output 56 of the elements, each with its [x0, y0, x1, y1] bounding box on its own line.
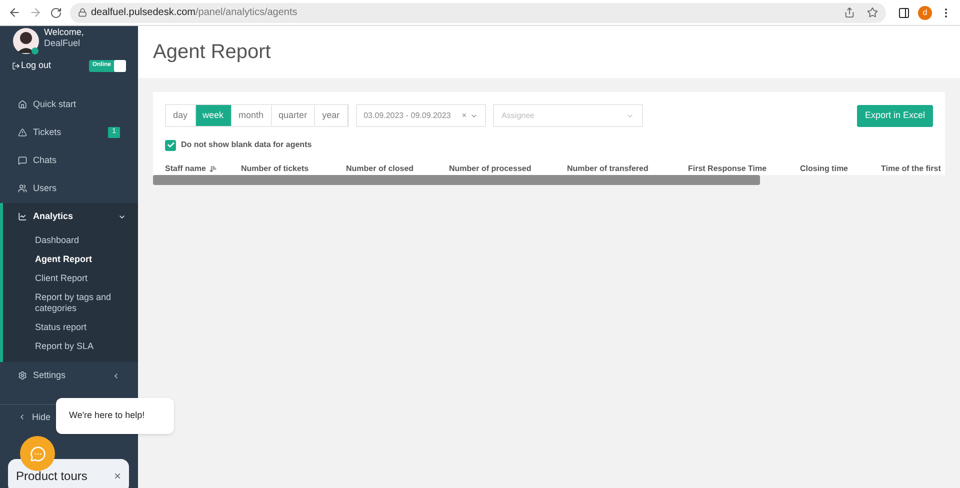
nav-subitem[interactable]: Report by SLA: [3, 336, 138, 356]
chart-icon: [18, 212, 27, 221]
home-icon: [18, 100, 27, 109]
address-bar[interactable]: dealfuel.pulsedesk.com/panel/analytics/agents: [70, 2, 886, 22]
logout-icon: [12, 62, 20, 70]
column-header[interactable]: Closing time: [800, 163, 881, 175]
checkbox[interactable]: [165, 140, 176, 150]
help-tooltip: We're here to help!: [56, 398, 174, 434]
date-range-field[interactable]: 03.09.2023 - 09.09.2023 ×: [356, 104, 486, 127]
back-icon[interactable]: [8, 6, 21, 19]
welcome-text: Welcome,: [44, 27, 84, 38]
settings-icon: [18, 371, 27, 380]
lock-icon: [78, 8, 87, 17]
star-icon[interactable]: [867, 7, 878, 18]
avatar: [12, 27, 40, 55]
column-header[interactable]: Number of closed: [346, 163, 449, 175]
users-icon: [18, 184, 27, 193]
nav-item[interactable]: Analytics: [3, 202, 138, 230]
nav-subitem[interactable]: Dashboard: [3, 230, 138, 250]
column-header[interactable]: Number of tickets: [241, 163, 346, 175]
nav-item[interactable]: Users: [0, 174, 138, 202]
chevron-left-icon: [18, 413, 26, 422]
scrollbar[interactable]: [153, 175, 760, 185]
nav-item[interactable]: Quick start: [0, 90, 138, 118]
chat-bubble-icon: [30, 446, 46, 462]
logout-link[interactable]: Log out: [21, 59, 90, 72]
reload-icon[interactable]: [50, 6, 62, 18]
user-name: DealFuel: [44, 38, 82, 49]
column-header[interactable]: Time of the first: [881, 163, 945, 175]
column-header[interactable]: Staff name: [165, 163, 241, 175]
side-panel-icon[interactable]: [898, 6, 910, 18]
nav-item[interactable]: Settings: [0, 362, 138, 390]
nav-subitem[interactable]: Agent Report: [3, 250, 138, 268]
column-header[interactable]: Number of processed: [449, 163, 567, 175]
nav-subitem[interactable]: Status report: [3, 318, 138, 336]
sort-icon[interactable]: [208, 165, 217, 173]
column-header[interactable]: Number of transfered: [567, 163, 688, 175]
share-icon[interactable]: [844, 7, 855, 18]
page-title: Agent Report: [153, 40, 271, 65]
nav-item[interactable]: Chats: [0, 146, 138, 174]
chat-icon: [18, 156, 27, 165]
product-tours-label: Product tours: [16, 468, 88, 485]
clear-button[interactable]: ×: [462, 110, 467, 122]
checkbox-label: Do not show blank data for agents: [181, 139, 312, 151]
chevron-left-icon: [112, 372, 120, 380]
url-text: dealfuel.pulsedesk.com/panel/analytics/agents: [91, 6, 298, 20]
period-tab[interactable]: month: [232, 105, 272, 126]
hide-link[interactable]: Hide: [32, 410, 51, 424]
close-button[interactable]: ×: [114, 467, 121, 485]
period-tab[interactable]: quarter: [272, 105, 316, 126]
product-tours-panel[interactable]: Product tours ×: [8, 459, 129, 488]
nav-subitem[interactable]: Client Report: [3, 268, 138, 288]
nav-subitem[interactable]: Report by tags and categories: [3, 288, 138, 318]
period-tab[interactable]: year: [315, 105, 348, 126]
column-header[interactable]: First Response Time: [688, 163, 800, 175]
warning-icon: [18, 128, 27, 137]
